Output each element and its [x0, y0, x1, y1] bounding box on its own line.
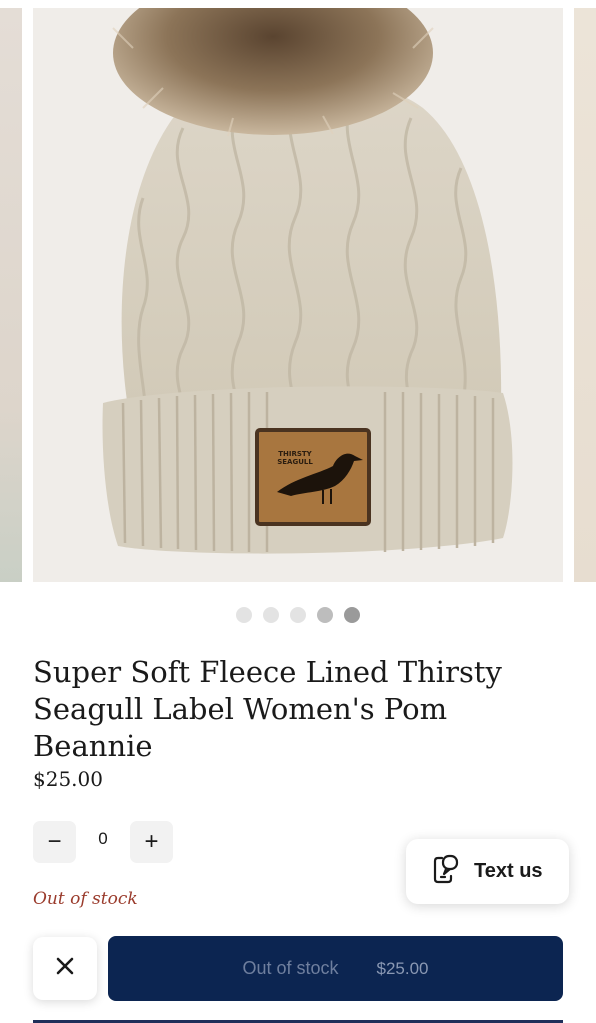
minus-icon: − [47, 828, 62, 855]
gallery-dot[interactable] [290, 607, 306, 623]
text-us-label: Text us [474, 860, 543, 882]
plus-icon: + [144, 828, 159, 855]
gallery-dot[interactable] [236, 607, 252, 623]
text-message-icon [432, 854, 460, 889]
add-to-cart-label: Out of stock [242, 958, 339, 978]
stock-status: Out of stock [33, 889, 138, 909]
close-purchase-bar-button[interactable] [33, 937, 97, 1000]
quantity-increase-button[interactable]: + [130, 821, 173, 863]
quantity-value[interactable]: 0 [88, 829, 118, 849]
svg-text:THIRSTY: THIRSTY [278, 450, 312, 458]
gallery-dot[interactable] [263, 607, 279, 623]
add-to-cart-button[interactable]: Out of stock $25.00 [108, 936, 563, 1001]
close-icon [55, 956, 75, 981]
gallery-pagination [0, 607, 596, 623]
quantity-decrease-button[interactable]: − [33, 821, 76, 863]
gallery-dot[interactable] [317, 607, 333, 623]
add-to-cart-price: $25.00 [376, 958, 429, 978]
product-price: $25.00 [33, 767, 103, 791]
text-us-chat-button[interactable]: Text us [406, 839, 569, 904]
gallery-dot-active[interactable] [344, 607, 360, 623]
product-image[interactable]: THIRSTY SEAGULL [33, 8, 563, 582]
next-image-peek[interactable] [574, 8, 596, 582]
product-title: Super Soft Fleece Lined Thirsty Seagull … [33, 655, 502, 763]
product-image-gallery[interactable]: THIRSTY SEAGULL [0, 0, 596, 582]
previous-image-peek[interactable] [0, 8, 22, 582]
svg-text:SEAGULL: SEAGULL [277, 458, 313, 466]
